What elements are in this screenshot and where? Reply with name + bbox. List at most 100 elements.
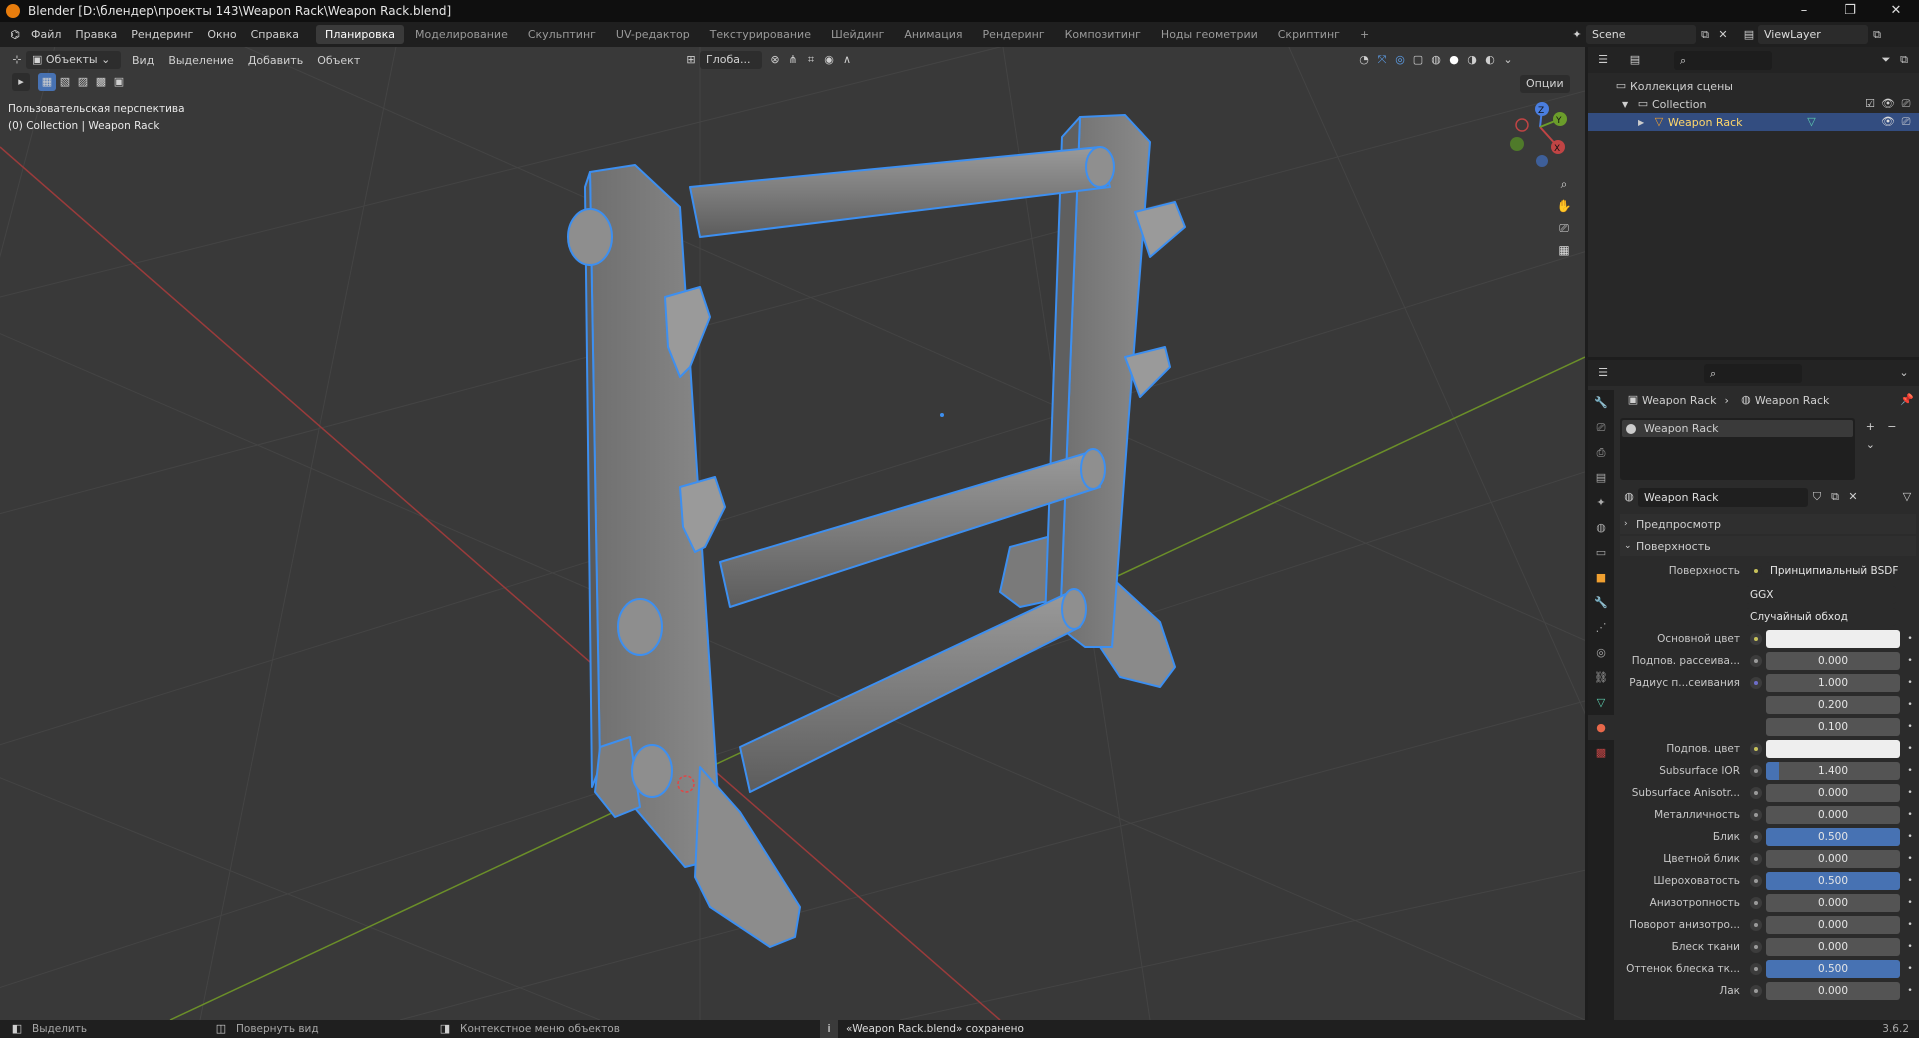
bsdf-value-field[interactable]: 1.000 — [1766, 674, 1900, 692]
material-tab-icon[interactable]: ● — [1588, 715, 1614, 740]
viewport-menu-select[interactable]: Выделение — [161, 48, 241, 73]
surface-shader-field[interactable]: Принципиальный BSDF — [1766, 562, 1900, 580]
transform-orientation-icon[interactable]: ⊞ — [682, 51, 700, 69]
link-type-icon[interactable]: ▽ — [1898, 488, 1916, 506]
snap-target-icon[interactable]: ⌗ — [802, 51, 820, 69]
transform-orientation-dropdown[interactable]: Глоба... — [700, 51, 762, 69]
modifier-tab-icon[interactable]: 🔧 — [1588, 590, 1614, 615]
bsdf-value-field[interactable]: 0.500 — [1766, 828, 1900, 846]
close-button[interactable]: ✕ — [1873, 0, 1919, 22]
tool-select-icon[interactable]: ▸ — [12, 73, 30, 91]
socket-icon[interactable] — [1750, 941, 1762, 953]
object-mode-dropdown[interactable]: ▣ Объекты ⌄ — [26, 51, 121, 69]
physics-tab-icon[interactable]: ◎ — [1588, 640, 1614, 665]
slot-add-icon[interactable]: + — [1861, 418, 1879, 436]
viewport-menu-add[interactable]: Добавить — [241, 48, 310, 73]
slot-menu-icon[interactable]: ⌄ — [1861, 436, 1879, 454]
xray-icon[interactable]: ▢ — [1409, 51, 1427, 69]
overlay-toggle-icon[interactable]: ◎ — [1391, 51, 1409, 69]
scene-field[interactable]: Scene — [1586, 25, 1696, 44]
tab-compositing[interactable]: Композитинг — [1056, 25, 1150, 44]
keyframe-icon[interactable]: • — [1904, 678, 1916, 688]
editor-type-icon[interactable]: ⊹ — [8, 51, 26, 69]
tab-shading[interactable]: Шейдинг — [822, 25, 893, 44]
socket-icon[interactable] — [1750, 677, 1762, 689]
socket-icon[interactable] — [1750, 875, 1762, 887]
view-layer-icon[interactable]: ▤ — [1740, 26, 1758, 44]
tab-uv-editing[interactable]: UV-редактор — [607, 25, 699, 44]
bsdf-value-field[interactable]: 0.000 — [1766, 982, 1900, 1000]
snap-icon[interactable]: ⋔ — [784, 51, 802, 69]
socket-icon[interactable] — [1750, 919, 1762, 931]
options-dropdown[interactable]: Опции — [1520, 75, 1570, 93]
keyframe-icon[interactable]: • — [1904, 810, 1916, 820]
falloff-icon[interactable]: ∧ — [838, 51, 856, 69]
tab-modeling[interactable]: Моделирование — [406, 25, 517, 44]
keyframe-icon[interactable]: • — [1904, 656, 1916, 666]
panel-surface[interactable]: ⌄ Поверхность — [1620, 536, 1916, 556]
add-workspace-button[interactable]: + — [1351, 25, 1378, 44]
collection-tab-icon[interactable]: ▭ — [1588, 540, 1614, 565]
scene-new-icon[interactable]: ⧉ — [1696, 26, 1714, 44]
tab-texture-paint[interactable]: Текстурирование — [701, 25, 820, 44]
panel-preview[interactable]: › Предпросмотр — [1620, 514, 1916, 534]
new-collection-icon[interactable]: ⧉ — [1895, 51, 1913, 69]
viewport-menu-object[interactable]: Объект — [310, 48, 367, 73]
properties-editor-icon[interactable]: ☰ — [1594, 364, 1612, 382]
socket-icon[interactable] — [1750, 655, 1762, 667]
ortho-grid-icon[interactable]: ▦ — [1553, 239, 1575, 261]
3d-viewport[interactable]: Z X Y ⊹ ▣ Объекты ⌄ Вид Выделение Добави… — [0, 47, 1585, 1020]
tab-scripting[interactable]: Скриптинг — [1269, 25, 1349, 44]
collection-expand-icon[interactable]: ▼ — [1622, 100, 1634, 109]
collection-camera-icon[interactable]: ⎚ — [1897, 95, 1915, 113]
socket-icon[interactable] — [1750, 743, 1762, 755]
bsdf-value-field[interactable]: 0.000 — [1766, 850, 1900, 868]
select-invert-icon[interactable]: ▩ — [92, 73, 110, 91]
distribution-dropdown[interactable]: GGX — [1746, 586, 1896, 604]
select-extend-icon[interactable]: ▧ — [56, 73, 74, 91]
keyframe-icon[interactable]: • — [1904, 876, 1916, 886]
keyframe-icon[interactable]: • — [1904, 744, 1916, 754]
tab-animation[interactable]: Анимация — [895, 25, 971, 44]
menu-edit[interactable]: Правка — [68, 22, 124, 47]
blender-menu-icon[interactable]: ⌬ — [6, 26, 24, 44]
bsdf-value-field[interactable]: 0.000 — [1766, 938, 1900, 956]
keyframe-icon[interactable]: • — [1904, 964, 1916, 974]
menu-help[interactable]: Справка — [244, 22, 306, 47]
rendered-shading-icon[interactable]: ◐ — [1481, 51, 1499, 69]
collection-eye-icon[interactable]: 👁 — [1879, 95, 1897, 113]
texture-tab-icon[interactable]: ▩ — [1588, 740, 1614, 765]
view-layer-field[interactable]: ViewLayer — [1758, 25, 1868, 44]
keyframe-icon[interactable]: • — [1904, 634, 1916, 644]
bsdf-value-field[interactable]: 0.500 — [1766, 872, 1900, 890]
scene-icon[interactable]: ✦ — [1568, 26, 1586, 44]
socket-icon[interactable] — [1750, 787, 1762, 799]
keyframe-icon[interactable]: • — [1904, 854, 1916, 864]
keyframe-icon[interactable]: • — [1904, 898, 1916, 908]
render-tab-icon[interactable]: ⎚ — [1588, 415, 1614, 440]
particles-tab-icon[interactable]: ⋰ — [1588, 615, 1614, 640]
socket-icon[interactable] — [1750, 853, 1762, 865]
preview-expand-icon[interactable]: › — [1624, 519, 1636, 529]
pin-icon[interactable]: 📌 — [1898, 391, 1916, 409]
tree-collection[interactable]: ▼ ▭ Collection ☑ 👁 ⎚ — [1588, 95, 1919, 113]
outliner-search-input[interactable]: ⌕ — [1674, 50, 1772, 70]
bsdf-value-field[interactable]: 0.000 — [1766, 894, 1900, 912]
select-new-icon[interactable]: ▦ — [38, 73, 56, 91]
keyframe-icon[interactable]: • — [1904, 920, 1916, 930]
surface-expand-icon[interactable]: ⌄ — [1624, 541, 1636, 551]
bsdf-value-field[interactable]: 0.100 — [1766, 718, 1900, 736]
tab-layout[interactable]: Планировка — [316, 25, 405, 44]
display-mode-icon[interactable]: ▤ — [1626, 51, 1644, 69]
bsdf-value-field[interactable]: 0.000 — [1766, 784, 1900, 802]
scene-delete-icon[interactable]: ✕ — [1714, 26, 1732, 44]
constraints-tab-icon[interactable]: ⛓ — [1588, 665, 1614, 690]
material-slot-item[interactable]: Weapon Rack — [1622, 420, 1854, 437]
menu-render[interactable]: Рендеринг — [124, 22, 200, 47]
bsdf-value-field[interactable]: 0.000 — [1766, 652, 1900, 670]
data-tab-icon[interactable]: ▽ — [1588, 690, 1614, 715]
socket-icon[interactable] — [1750, 985, 1762, 997]
maximize-button[interactable]: ❐ — [1827, 0, 1873, 22]
keyframe-icon[interactable]: • — [1904, 942, 1916, 952]
filter-icon[interactable]: ⏷ — [1877, 51, 1895, 69]
